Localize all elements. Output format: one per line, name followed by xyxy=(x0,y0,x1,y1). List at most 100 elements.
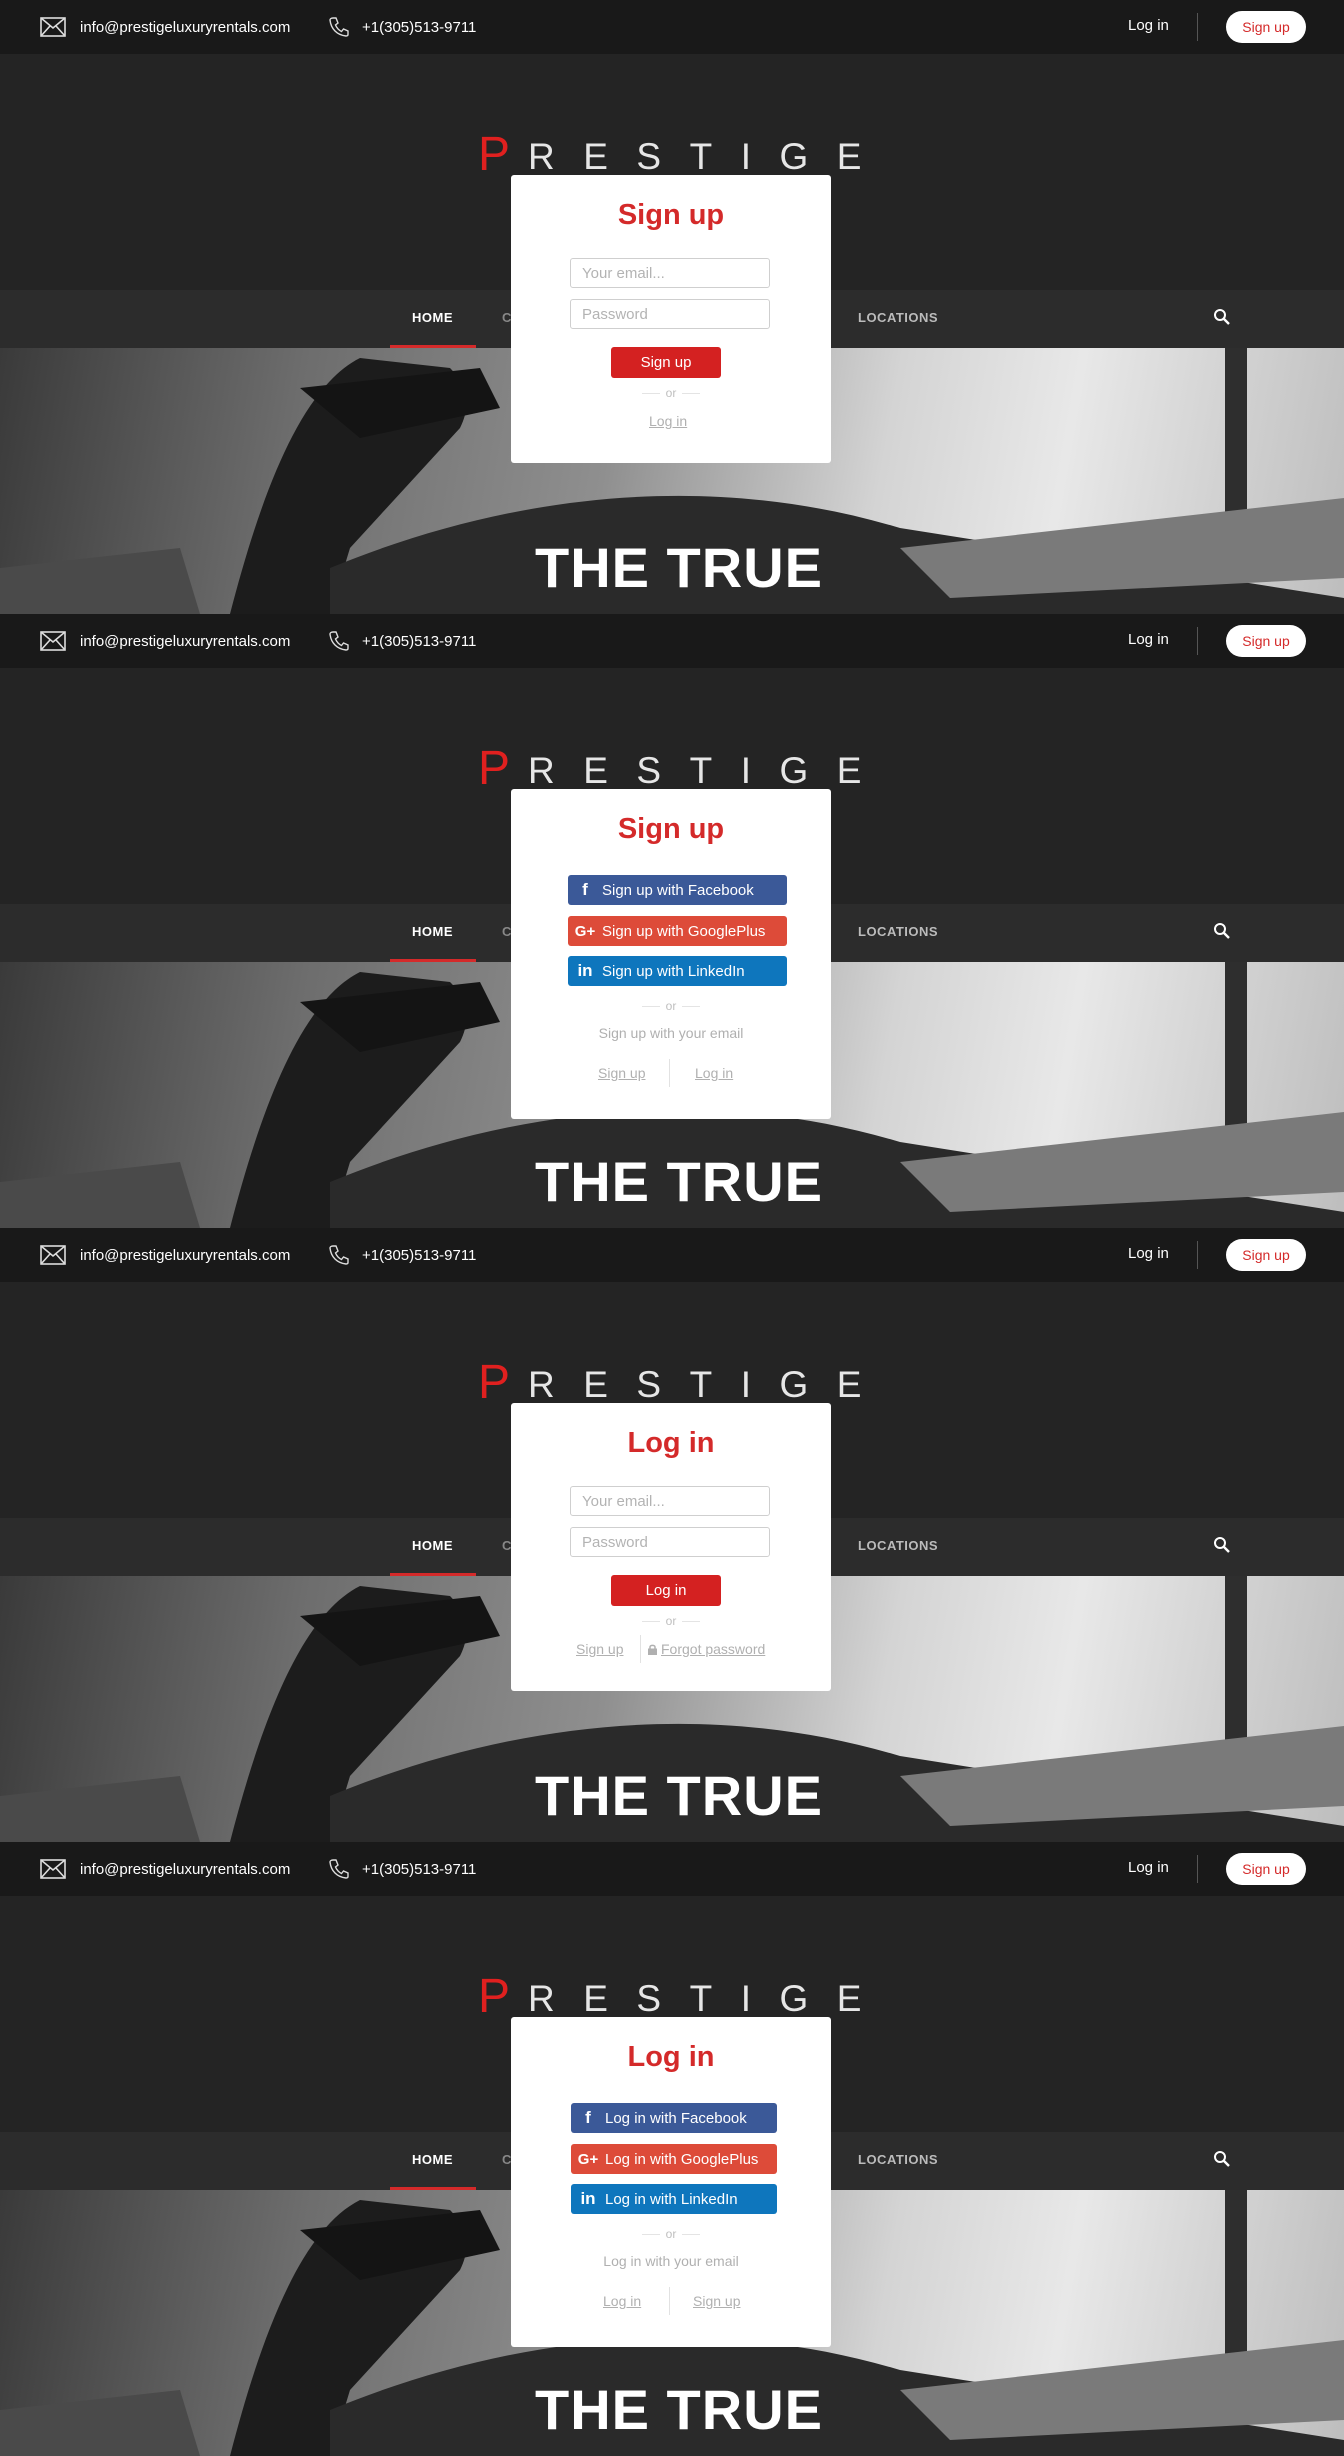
modal-title: Log in xyxy=(627,2041,715,2073)
contact-phone[interactable]: +1(305)513-9711 xyxy=(328,614,476,668)
contact-email[interactable]: info@prestigeluxuryrentals.com xyxy=(40,1842,290,1896)
contact-phone[interactable]: +1(305)513-9711 xyxy=(328,1842,476,1896)
nav-item-locations[interactable]: LOCATIONS xyxy=(858,2152,938,2167)
hero-headline: THE TRUE xyxy=(535,2378,823,2441)
login-link[interactable]: Log in xyxy=(695,1065,733,1081)
signup-email-text[interactable]: Sign up with your email xyxy=(511,1025,831,1041)
login-link[interactable]: Log in xyxy=(603,2293,641,2309)
nav-item-locations[interactable]: LOCATIONS xyxy=(858,1538,938,1553)
nav-item-home[interactable]: HOME xyxy=(412,1538,453,1553)
logo-wordmark: RESTIGE xyxy=(528,136,890,177)
contact-phone[interactable]: +1(305)513-9711 xyxy=(328,0,476,54)
password-input[interactable] xyxy=(570,299,770,329)
signup-link[interactable]: Sign up xyxy=(598,1065,645,1081)
login-linkedin-button[interactable]: in Log in with LinkedIn xyxy=(571,2184,777,2214)
search-icon[interactable] xyxy=(1213,922,1231,940)
forgot-password-link[interactable]: Forgot password xyxy=(648,1641,765,1657)
googleplus-label: Sign up with GooglePlus xyxy=(602,922,766,940)
linkedin-label: Sign up with LinkedIn xyxy=(602,962,745,980)
nav-item-home[interactable]: HOME xyxy=(412,310,453,325)
email-input[interactable] xyxy=(570,1486,770,1516)
contact-email[interactable]: info@prestigeluxuryrentals.com xyxy=(40,614,290,668)
email-input[interactable] xyxy=(570,258,770,288)
modal-title: Sign up xyxy=(617,813,725,845)
phone-icon xyxy=(329,1245,349,1265)
top-login-link[interactable]: Log in xyxy=(1128,1245,1169,1262)
top-signup-button[interactable]: Sign up xyxy=(1226,625,1306,657)
top-signup-button[interactable]: Sign up xyxy=(1226,11,1306,43)
email-address: info@prestigeluxuryrentals.com xyxy=(80,1246,291,1264)
nav-item-partial[interactable]: C xyxy=(502,310,511,325)
prestige-logo[interactable]: P RESTIGE xyxy=(478,742,890,795)
search-icon[interactable] xyxy=(1213,1536,1231,1554)
signup-social-modal: Sign up f Sign up with Facebook G+ Sign … xyxy=(511,789,831,1119)
googleplus-label: Log in with GooglePlus xyxy=(605,2150,759,2168)
login-googleplus-button[interactable]: G+ Log in with GooglePlus xyxy=(571,2144,777,2174)
forgot-password-label: Forgot password xyxy=(661,1641,766,1657)
signup-submit-button[interactable]: Sign up xyxy=(611,347,721,378)
login-email-text[interactable]: Log in with your email xyxy=(511,2253,831,2269)
top-login-link[interactable]: Log in xyxy=(1128,1859,1169,1876)
nav-item-partial[interactable]: C xyxy=(502,2152,511,2167)
login-facebook-button[interactable]: f Log in with Facebook xyxy=(571,2103,777,2133)
logo-wordmark: RESTIGE xyxy=(528,750,890,791)
search-icon[interactable] xyxy=(1213,308,1231,326)
prestige-logo[interactable]: P RESTIGE xyxy=(478,1970,890,2023)
top-signup-button[interactable]: Sign up xyxy=(1226,1239,1306,1271)
top-divider xyxy=(1197,1855,1198,1883)
link-divider xyxy=(669,2287,670,2315)
linkedin-icon: in xyxy=(580,2189,596,2208)
nav-item-locations[interactable]: LOCATIONS xyxy=(858,924,938,939)
lock-icon xyxy=(648,1644,657,1655)
search-icon[interactable] xyxy=(1213,2150,1231,2168)
top-bar: info@prestigeluxuryrentals.com +1(305)51… xyxy=(0,1842,1344,1896)
nav-item-home[interactable]: HOME xyxy=(412,924,453,939)
contact-email[interactable]: info@prestigeluxuryrentals.com xyxy=(40,0,290,54)
top-divider xyxy=(1197,1241,1198,1269)
screen-signup-social: info@prestigeluxuryrentals.com +1(305)51… xyxy=(0,614,1344,1228)
envelope-icon xyxy=(40,1245,66,1265)
signup-facebook-button[interactable]: f Sign up with Facebook xyxy=(568,875,787,905)
login-submit-button[interactable]: Log in xyxy=(611,1575,721,1606)
or-divider: or xyxy=(511,999,831,1013)
signup-googleplus-button[interactable]: G+ Sign up with GooglePlus xyxy=(568,916,787,946)
nav-item-home[interactable]: HOME xyxy=(412,2152,453,2167)
password-input[interactable] xyxy=(570,1527,770,1557)
or-divider: or xyxy=(511,2227,831,2241)
logo-initial: P xyxy=(478,1970,511,2023)
login-link[interactable]: Log in xyxy=(649,413,687,429)
phone-number: +1(305)513-9711 xyxy=(362,632,477,650)
googleplus-icon: G+ xyxy=(574,922,596,940)
hero-headline: THE TRUE xyxy=(535,1764,823,1827)
link-divider xyxy=(640,1635,641,1663)
logo-initial: P xyxy=(478,742,511,795)
top-login-link[interactable]: Log in xyxy=(1128,631,1169,648)
logo-wordmark: RESTIGE xyxy=(528,1364,890,1405)
contact-email[interactable]: info@prestigeluxuryrentals.com xyxy=(40,1228,290,1282)
signup-linkedin-button[interactable]: in Sign up with LinkedIn xyxy=(568,956,787,986)
screen-login-email: info@prestigeluxuryrentals.com +1(305)51… xyxy=(0,1228,1344,1842)
top-signup-button[interactable]: Sign up xyxy=(1226,1853,1306,1885)
nav-item-locations[interactable]: LOCATIONS xyxy=(858,310,938,325)
contact-phone[interactable]: +1(305)513-9711 xyxy=(328,1228,476,1282)
top-bar: info@prestigeluxuryrentals.com +1(305)51… xyxy=(0,614,1344,668)
linkedin-label: Log in with LinkedIn xyxy=(605,2190,738,2208)
signup-link[interactable]: Sign up xyxy=(576,1641,623,1657)
phone-number: +1(305)513-9711 xyxy=(362,18,477,36)
screen-login-social: info@prestigeluxuryrentals.com +1(305)51… xyxy=(0,1842,1344,2456)
nav-item-partial[interactable]: C xyxy=(502,1538,511,1553)
prestige-logo[interactable]: P RESTIGE xyxy=(478,131,890,179)
signup-email-modal: Sign up Sign up or Log in xyxy=(511,175,831,463)
phone-number: +1(305)513-9711 xyxy=(362,1246,477,1264)
top-login-link[interactable]: Log in xyxy=(1128,17,1169,34)
email-address: info@prestigeluxuryrentals.com xyxy=(80,1860,291,1878)
logo-wordmark: RESTIGE xyxy=(528,1978,890,2019)
facebook-label: Sign up with Facebook xyxy=(602,881,754,899)
facebook-label: Log in with Facebook xyxy=(605,2109,747,2127)
facebook-icon: f xyxy=(585,2108,591,2127)
envelope-icon xyxy=(40,17,66,37)
signup-link[interactable]: Sign up xyxy=(693,2293,740,2309)
prestige-logo[interactable]: P RESTIGE xyxy=(478,1359,890,1407)
nav-item-partial[interactable]: C xyxy=(502,924,511,939)
phone-icon xyxy=(329,1859,349,1879)
